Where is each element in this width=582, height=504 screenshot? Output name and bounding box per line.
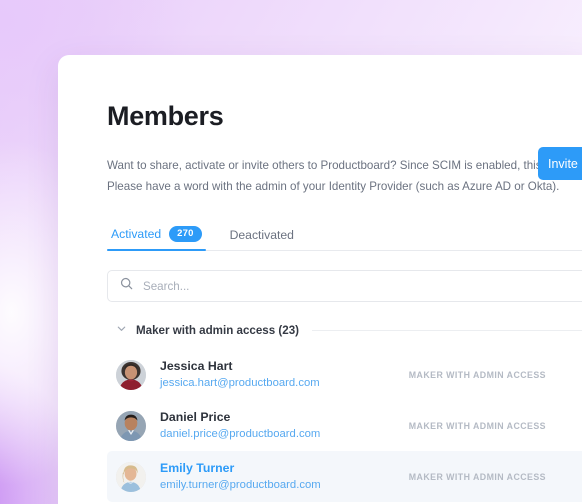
group-divider	[312, 329, 582, 331]
member-role: MAKER WITH ADMIN ACCESS	[408, 471, 546, 482]
description-line-2: Please have a word with the admin of you…	[107, 179, 560, 193]
member-email[interactable]: emily.turner@productboard.com	[160, 477, 409, 494]
group-header-maker-with-admin-access[interactable]: Maker with admin access (23)	[116, 321, 582, 339]
table-row[interactable]: Jessica Hart jessica.hart@productboard.c…	[107, 349, 582, 400]
member-info: Daniel Price daniel.price@productboard.c…	[160, 409, 409, 443]
description-line-1: Want to share, activate or invite others…	[107, 159, 582, 172]
avatar-jessica-hart	[116, 359, 146, 390]
table-row[interactable]: Emily Turner emily.turner@productboard.c…	[107, 451, 582, 502]
tab-activated-label: Activated	[111, 227, 162, 241]
member-name: Emily Turner	[160, 460, 235, 475]
member-info: Jessica Hart jessica.hart@productboard.c…	[160, 358, 409, 392]
members-card: Members Invite Want to share, activate o…	[58, 55, 582, 504]
invite-button[interactable]: Invite	[538, 147, 582, 180]
tab-deactivated-label: Deactivated	[229, 228, 294, 242]
member-role: MAKER WITH ADMIN ACCESS	[408, 420, 546, 431]
member-email[interactable]: jessica.hart@productboard.com	[160, 375, 409, 392]
card-content: Members Invite Want to share, activate o…	[58, 101, 582, 504]
table-row[interactable]: Daniel Price daniel.price@productboard.c…	[107, 400, 582, 451]
tab-activated-badge: 270	[169, 226, 202, 242]
avatar-emily-turner	[116, 461, 146, 492]
search-input[interactable]	[143, 279, 582, 293]
search-icon	[120, 277, 133, 295]
members-tabs: Activated 270 Deactivated	[107, 221, 582, 251]
member-name: Daniel Price	[160, 409, 231, 424]
tab-activated[interactable]: Activated 270	[107, 226, 214, 251]
member-role: MAKER WITH ADMIN ACCESS	[408, 369, 546, 380]
avatar-daniel-price	[116, 410, 146, 441]
member-email[interactable]: daniel.price@productboard.com	[160, 426, 409, 443]
search-box[interactable]	[107, 270, 582, 302]
tab-deactivated[interactable]: Deactivated	[214, 228, 306, 250]
member-name: Jessica Hart	[160, 358, 233, 373]
member-info: Emily Turner emily.turner@productboard.c…	[160, 460, 409, 494]
members-list: Jessica Hart jessica.hart@productboard.c…	[107, 349, 582, 504]
group-label: Maker with admin access (23)	[136, 323, 300, 337]
page-description: Want to share, activate or invite others…	[107, 156, 582, 197]
chevron-down-icon	[116, 321, 127, 339]
page-title: Members	[107, 101, 224, 131]
